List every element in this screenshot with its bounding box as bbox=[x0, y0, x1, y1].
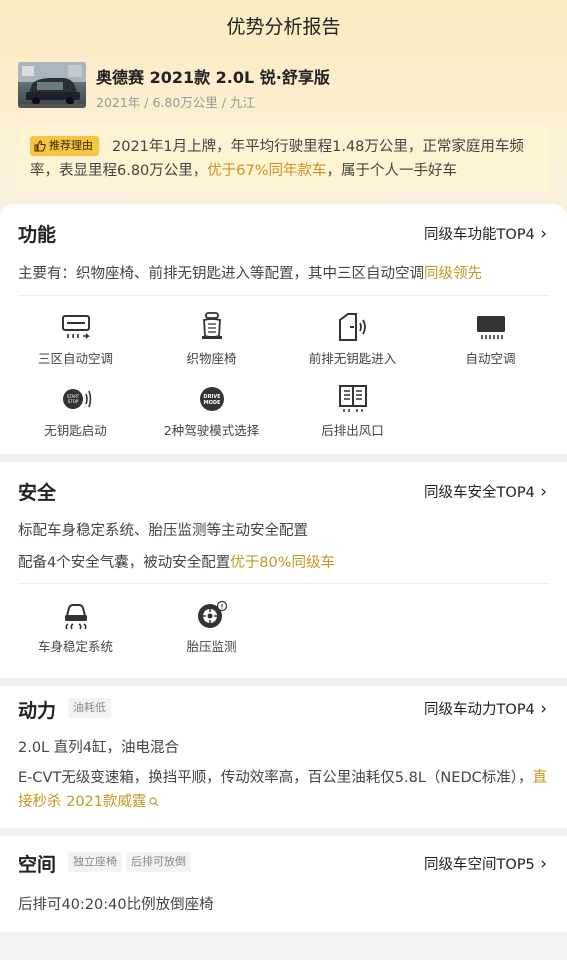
safety-line-1: 标配车身稳定系统、胎压监测等主动安全配置 bbox=[18, 523, 308, 539]
svg-text:!: ! bbox=[220, 603, 223, 610]
divider bbox=[18, 583, 549, 584]
space-tag: 独立座椅 bbox=[68, 852, 122, 872]
power-rank-link[interactable]: 同级车动力TOP4 bbox=[424, 698, 547, 719]
car-meta: 2021年 / 6.80万公里 / 九江 bbox=[96, 95, 255, 110]
power-section: 动力 油耗低 同级车动力TOP4 2.0L 直列4缸，油电混合 E-CVT无级变… bbox=[0, 686, 567, 828]
space-section: 空间 独立座椅 后排可放倒 同级车空间TOP5 后排可40:20:40比例放倒座… bbox=[0, 836, 567, 932]
feature-item: ! 胎压监测 bbox=[141, 600, 282, 655]
page-title: 优势分析报告 bbox=[226, 16, 341, 38]
stability-control-icon bbox=[64, 604, 87, 630]
feature-item: 后排出风口 bbox=[282, 384, 423, 439]
function-section: 功能 同级车功能TOP4 主要有：织物座椅、前排无钥匙进入等配置，其中三区自动空… bbox=[0, 204, 567, 454]
safety-rank-link[interactable]: 同级车安全TOP4 bbox=[424, 481, 547, 502]
auto-ac-icon bbox=[476, 316, 505, 339]
feature-item: 前排无钥匙进入 bbox=[282, 312, 423, 367]
power-line-1: 2.0L 直列4缸，油电混合 bbox=[18, 740, 179, 756]
keyless-entry-icon bbox=[338, 313, 366, 341]
function-title: 功能 bbox=[18, 224, 57, 246]
feature-item: 三区自动空调 bbox=[5, 312, 146, 367]
function-rank-link[interactable]: 同级车功能TOP4 bbox=[424, 223, 547, 244]
rear-vent-icon bbox=[338, 385, 367, 412]
car-name: 奥德赛 2021款 2.0L 锐·舒享版 bbox=[96, 68, 330, 87]
divider bbox=[18, 295, 549, 296]
recommend-reason: 2021年1月上牌，年平均行驶里程1.48万公里，正常家庭用车频率，表显里程6.… bbox=[18, 124, 549, 192]
space-title: 空间 bbox=[18, 854, 57, 876]
car-summary[interactable]: 奥德赛 2021款 2.0L 锐·舒享版 2021年 / 6.80万公里 / 九… bbox=[18, 62, 549, 110]
start-stop-icon: STARTSTOP bbox=[62, 389, 91, 409]
thumbs-up-icon bbox=[34, 140, 46, 152]
power-title: 动力 bbox=[18, 700, 57, 722]
reason-highlight: 优于67%同年款车 bbox=[207, 163, 327, 179]
feature-item: 织物座椅 bbox=[141, 312, 282, 367]
tri-zone-ac-icon bbox=[61, 315, 90, 339]
safety-section: 安全 同级车安全TOP4 标配车身稳定系统、胎压监测等主动安全配置 配备4个安全… bbox=[0, 462, 567, 678]
feature-item: START STOP 无钥匙启动 bbox=[5, 384, 146, 439]
tire-pressure-icon: ! bbox=[197, 600, 227, 628]
feature-item: DRIVE MODE 2种驾驶模式选择 bbox=[141, 384, 282, 439]
feature-item: 自动空调 bbox=[420, 312, 561, 367]
safety-title: 安全 bbox=[18, 482, 57, 504]
recommend-badge: 推荐理由 bbox=[30, 136, 99, 156]
power-tag: 油耗低 bbox=[68, 698, 111, 718]
function-summary: 主要有：织物座椅、前排无钥匙进入等配置，其中三区自动空调同级领先 bbox=[18, 266, 482, 282]
fabric-seat-icon bbox=[201, 312, 222, 339]
search-icon[interactable] bbox=[148, 797, 159, 807]
power-paragraph: E-CVT无级变速箱，换挡平顺，传动效率高，百公里油耗仅5.8L（NEDC标准）… bbox=[18, 770, 547, 810]
svg-text:MODE: MODE bbox=[203, 400, 220, 406]
safety-line-2: 配备4个安全气囊，被动安全配置优于80%同级车 bbox=[18, 555, 335, 571]
space-tag: 后排可放倒 bbox=[126, 852, 191, 872]
reason-text: 2021年1月上牌，年平均行驶里程1.48万公里，正常家庭用车频率，表显里程6.… bbox=[30, 139, 524, 179]
svg-text:STOP: STOP bbox=[67, 399, 78, 404]
space-line-1: 后排可40:20:40比例放倒座椅 bbox=[18, 897, 214, 913]
car-thumbnail bbox=[18, 62, 86, 108]
space-rank-link[interactable]: 同级车空间TOP5 bbox=[424, 853, 547, 874]
drive-mode-icon: DRIVEMODE bbox=[199, 387, 224, 411]
feature-item: 车身稳定系统 bbox=[5, 600, 146, 655]
